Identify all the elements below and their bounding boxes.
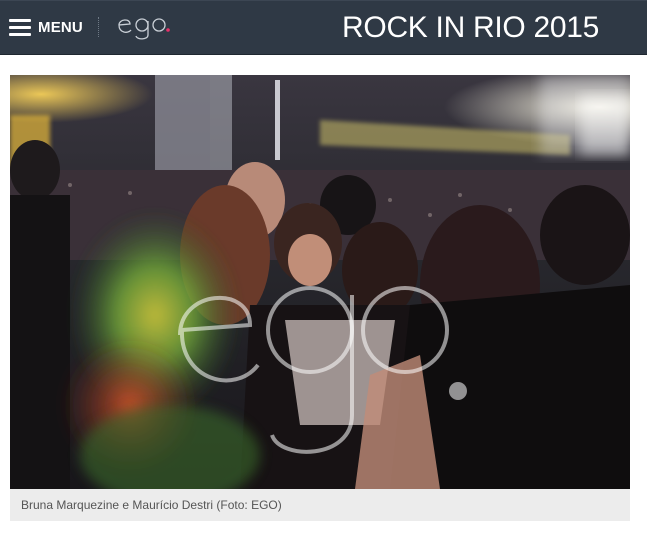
page-title: ROCK IN RIO 2015 (342, 11, 599, 44)
header-divider (98, 17, 99, 37)
ego-logo[interactable] (116, 6, 172, 46)
photo-caption: Bruna Marquezine e Maurício Destri (Foto… (10, 489, 630, 521)
concert-photo (10, 75, 630, 489)
top-navigation-bar: MENU ROCK IN RIO 2015 (0, 0, 647, 55)
menu-button[interactable]: MENU (9, 14, 83, 40)
hamburger-icon (9, 17, 31, 37)
menu-label: MENU (38, 18, 83, 36)
